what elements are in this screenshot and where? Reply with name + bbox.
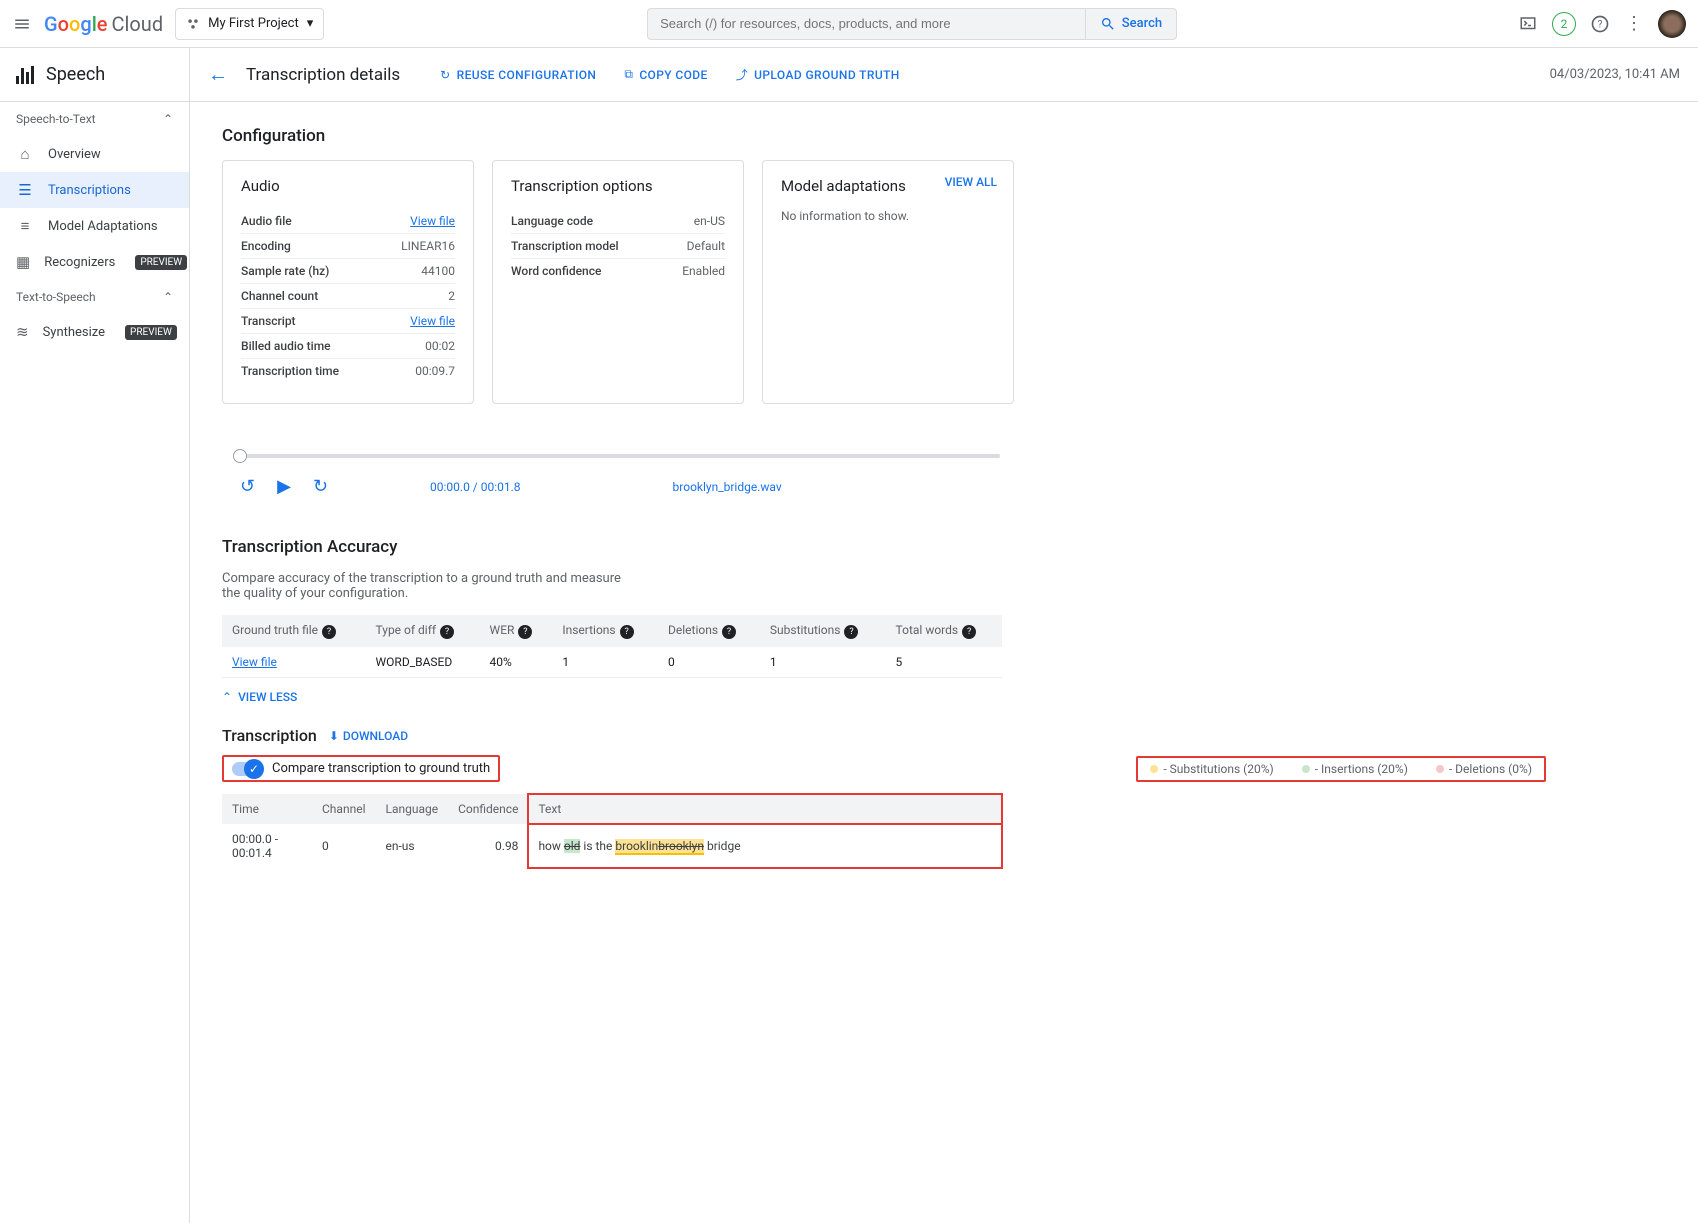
deletions-dot-icon — [1436, 765, 1444, 773]
sidebar-item-model-adaptations[interactable]: ≡Model Adaptations — [0, 208, 189, 244]
compare-toggle[interactable]: ✓ — [232, 762, 262, 776]
sidebar-item-synthesize[interactable]: ≋SynthesizePREVIEW — [0, 314, 189, 350]
transcript-file-link[interactable]: View file — [410, 314, 455, 328]
gcp-logo[interactable]: GoogleCloud — [44, 12, 163, 36]
tune-icon: ≡ — [16, 217, 34, 235]
play-icon[interactable]: ▶ — [277, 476, 291, 497]
forward-icon[interactable]: ↻ — [313, 476, 328, 497]
search-button[interactable]: Search — [1085, 9, 1176, 39]
adaptations-card: VIEW ALL Model adaptations No informatio… — [762, 160, 1014, 404]
search-label: Search — [1122, 16, 1162, 31]
transcription-heading: Transcription — [222, 726, 317, 745]
player-seek-knob[interactable] — [233, 449, 247, 463]
avatar[interactable] — [1658, 10, 1686, 38]
no-info-text: No information to show. — [781, 209, 995, 223]
help-icon[interactable]: ? — [620, 625, 634, 639]
sidebar-item-recognizers[interactable]: ▦RecognizersPREVIEW — [0, 244, 189, 280]
insertions-dot-icon — [1302, 765, 1310, 773]
more-vert-icon[interactable]: ⋮ — [1624, 14, 1644, 34]
search-icon — [1100, 16, 1116, 32]
chevron-up-icon: ⌃ — [163, 112, 173, 126]
reuse-config-button[interactable]: ↻REUSE CONFIGURATION — [440, 66, 596, 83]
accuracy-desc: Compare accuracy of the transcription to… — [222, 571, 642, 601]
audio-card-title: Audio — [241, 177, 455, 195]
transcription-row: 00:00.0 - 00:01.4 0 en-us 0.98 how old i… — [222, 824, 1002, 868]
chevron-up-icon: ⌃ — [222, 690, 232, 704]
download-icon: ⬇ — [329, 729, 339, 743]
refresh-icon: ↻ — [440, 68, 450, 82]
ground-truth-link[interactable]: View file — [232, 655, 277, 669]
sidebar-item-overview[interactable]: ⌂Overview — [0, 136, 189, 172]
compare-label: Compare transcription to ground truth — [272, 761, 490, 776]
chevron-up-icon: ⌃ — [163, 290, 173, 304]
caret-down-icon: ▾ — [307, 16, 314, 31]
project-icon — [186, 17, 200, 31]
preview-chip: PREVIEW — [135, 255, 187, 270]
sidebar-group-tts[interactable]: Text-to-Speech⌃ — [0, 280, 189, 314]
help-icon[interactable]: ? — [440, 625, 454, 639]
page-title: Transcription details — [246, 65, 400, 85]
audio-file-link[interactable]: View file — [410, 214, 455, 228]
player-file: brooklyn_bridge.wav — [673, 480, 782, 494]
sidebar-group-stt[interactable]: Speech-to-Text⌃ — [0, 102, 189, 136]
sidebar-item-transcriptions[interactable]: ☰Transcriptions — [0, 172, 189, 208]
accuracy-heading: Transcription Accuracy — [222, 537, 1666, 557]
wave-icon: ≋ — [16, 323, 29, 341]
copy-icon: ⧉ — [624, 67, 633, 82]
speech-icon — [16, 66, 34, 84]
back-arrow-icon[interactable]: ← — [208, 62, 228, 87]
menu-icon[interactable] — [12, 14, 32, 34]
player-time: 00:00.0 / 00:01.8 — [430, 480, 521, 494]
audio-player: ↺ ▶ ↻ 00:00.0 / 00:01.8 brooklyn_bridge.… — [240, 454, 1000, 497]
replay-icon[interactable]: ↺ — [240, 476, 255, 497]
trial-badge[interactable]: 2 — [1552, 12, 1576, 36]
view-all-button[interactable]: VIEW ALL — [945, 175, 997, 189]
help-icon[interactable]: ? — [844, 625, 858, 639]
upload-icon: ⤴ — [736, 66, 748, 83]
copy-code-button[interactable]: ⧉COPY CODE — [624, 66, 707, 83]
audio-card: Audio Audio fileView file EncodingLINEAR… — [222, 160, 474, 404]
help-icon[interactable]: ? — [962, 625, 976, 639]
project-name: My First Project — [208, 16, 299, 31]
view-less-button[interactable]: ⌃VIEW LESS — [222, 690, 1666, 704]
help-icon[interactable]: ? — [518, 625, 532, 639]
diff-legend: - Substitutions (20%) - Insertions (20%)… — [1136, 756, 1546, 782]
substitutions-dot-icon — [1150, 765, 1158, 773]
home-icon: ⌂ — [16, 145, 34, 163]
accuracy-table: Ground truth file? Type of diff? WER? In… — [222, 615, 1002, 678]
search-input[interactable] — [648, 16, 1085, 31]
transcription-table: Time Channel Language Confidence Text 00… — [222, 794, 1002, 868]
compare-toggle-box: ✓ Compare transcription to ground truth — [222, 755, 500, 782]
product-title[interactable]: Speech — [0, 48, 189, 102]
preview-chip: PREVIEW — [125, 325, 177, 340]
help-icon[interactable]: ? — [322, 625, 336, 639]
transcription-text: how old is the brooklinbrooklyn bridge — [528, 824, 1002, 868]
sidebar: Speech Speech-to-Text⌃ ⌂Overview ☰Transc… — [0, 48, 190, 1223]
options-card-title: Transcription options — [511, 177, 725, 195]
accuracy-row: View file WORD_BASED 40% 1 0 1 5 — [222, 647, 1002, 678]
search-box[interactable]: Search — [647, 8, 1177, 40]
help-icon[interactable]: ? — [1590, 14, 1610, 34]
project-picker[interactable]: My First Project ▾ — [175, 8, 324, 40]
player-seek-track[interactable] — [240, 454, 1000, 458]
grid-icon: ▦ — [16, 253, 30, 271]
upload-ground-truth-button[interactable]: ⤴UPLOAD GROUND TRUTH — [736, 66, 900, 83]
check-icon: ✓ — [244, 759, 264, 779]
options-card: Transcription options Language codeen-US… — [492, 160, 744, 404]
list-icon: ☰ — [16, 181, 34, 199]
configuration-heading: Configuration — [222, 126, 1666, 146]
cloud-shell-icon[interactable] — [1518, 14, 1538, 34]
svg-text:?: ? — [1598, 19, 1603, 30]
help-icon[interactable]: ? — [722, 625, 736, 639]
download-button[interactable]: ⬇DOWNLOAD — [329, 729, 408, 743]
timestamp: 04/03/2023, 10:41 AM — [1550, 67, 1680, 82]
